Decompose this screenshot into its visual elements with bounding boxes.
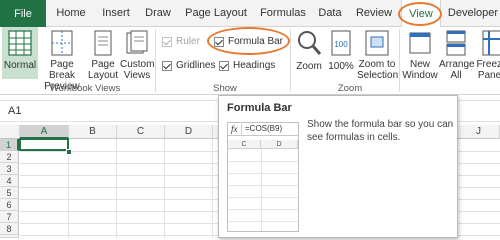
custom-views-button[interactable]: Custom Views: [120, 27, 154, 81]
arrange-line2: All: [450, 70, 462, 81]
formula-bar-highlight-oval: [207, 27, 290, 55]
magnifier-icon: [298, 31, 322, 55]
gridlines-label: Gridlines: [176, 60, 216, 71]
group-divider: [399, 29, 400, 92]
custom-views-icon: [126, 30, 148, 54]
ruler-checkbox[interactable]: Ruler: [162, 36, 200, 47]
preview-col-d: D: [261, 140, 298, 149]
group-divider: [290, 29, 291, 92]
group-divider: [155, 29, 156, 92]
tab-developer[interactable]: Developer: [446, 0, 500, 26]
preview-gridline: [228, 221, 298, 222]
tooltip-description: Show the formula bar so you can see form…: [307, 119, 454, 143]
freeze-panes-button[interactable]: Freeze Panes: [475, 27, 500, 81]
show-group-label: Show: [213, 83, 237, 94]
page-layout-button[interactable]: Page Layout: [86, 27, 120, 81]
preview-gridline: [228, 173, 298, 174]
zoom-group-label: Zoom: [337, 83, 363, 94]
tab-home[interactable]: Home: [54, 0, 88, 26]
page-layout-line2: Layout: [87, 70, 119, 81]
fx-icon: fx: [231, 124, 238, 134]
page-break-line1: Page Break: [48, 59, 76, 81]
tab-review[interactable]: Review: [354, 0, 394, 26]
gridlines-checkbox[interactable]: Gridlines: [162, 60, 215, 71]
preview-divider: [241, 124, 242, 134]
view-tab-highlight-oval: [398, 2, 442, 26]
tab-file[interactable]: File: [0, 0, 46, 27]
zoom-sel-line2: Selection: [357, 70, 399, 81]
new-window-icon: [409, 32, 431, 54]
zoom-100-icon: 100: [331, 30, 351, 56]
name-box[interactable]: A1: [8, 105, 21, 117]
gridlines-check-icon: [162, 60, 172, 71]
custom-views-line2: Views: [123, 70, 151, 81]
tab-formulas[interactable]: Formulas: [258, 0, 308, 26]
ruler-check-icon: [162, 36, 172, 47]
tab-page-layout[interactable]: Page Layout: [183, 0, 249, 26]
tab-data[interactable]: Data: [317, 0, 343, 26]
zoom-to-selection-icon: [365, 30, 389, 56]
page-layout-icon: [94, 30, 112, 56]
headings-checkbox[interactable]: Headings: [219, 60, 275, 71]
zoom-100-button[interactable]: 100 100%: [326, 27, 356, 72]
new-window-button[interactable]: New Window: [402, 27, 438, 81]
svg-text:100: 100: [334, 40, 348, 49]
zoom-sel-line1: Zoom to: [358, 59, 396, 70]
arrange-all-icon: [446, 30, 466, 56]
zoom-to-selection-button[interactable]: Zoom to Selection: [357, 27, 399, 81]
ribbon: Normal Page Break Preview Page Layout Cu…: [0, 27, 500, 95]
preview-gridline: [228, 209, 298, 210]
freeze-line2: Panes: [477, 70, 500, 81]
headings-check-icon: [219, 60, 229, 71]
new-window-line2: Window: [402, 70, 438, 81]
preview-gridline: [228, 161, 298, 162]
preview-formula: =COS(B9): [245, 124, 283, 133]
active-cell-a1[interactable]: [19, 138, 69, 151]
preview-col-c: C: [228, 140, 261, 149]
ruler-label: Ruler: [176, 36, 200, 47]
tooltip-preview-image: fx =COS(B9) C D: [227, 122, 299, 232]
workbook-views-group-label: Workbook Views: [49, 83, 121, 94]
zoom-label: Zoom: [296, 61, 322, 72]
tab-insert[interactable]: Insert: [99, 0, 133, 26]
page-break-preview-icon: [51, 30, 73, 56]
new-window-line1: New: [409, 59, 430, 70]
tooltip-title: Formula Bar: [227, 102, 292, 114]
preview-formula-bar: fx =COS(B9): [228, 123, 298, 136]
normal-view-icon: [8, 30, 32, 56]
page-layout-line1: Page: [91, 59, 115, 70]
headings-label: Headings: [233, 60, 276, 71]
zoom-100-label: 100%: [328, 61, 354, 72]
freeze-panes-icon: [482, 30, 500, 56]
arrange-line1: Arrange: [439, 59, 475, 70]
tab-draw[interactable]: Draw: [143, 0, 173, 26]
arrange-all-button[interactable]: Arrange All: [439, 27, 475, 81]
normal-label: Normal: [3, 60, 37, 71]
normal-view-button[interactable]: Normal: [2, 27, 38, 79]
fill-handle[interactable]: [66, 149, 72, 155]
formula-bar-tooltip: Formula Bar fx =COS(B9) C D Show the for…: [218, 95, 458, 238]
preview-gridline: [228, 197, 298, 198]
zoom-button[interactable]: Zoom: [294, 27, 324, 72]
custom-views-line1: Custom: [120, 59, 155, 70]
freeze-line1: Freeze: [476, 59, 500, 70]
preview-gridline: [228, 185, 298, 186]
